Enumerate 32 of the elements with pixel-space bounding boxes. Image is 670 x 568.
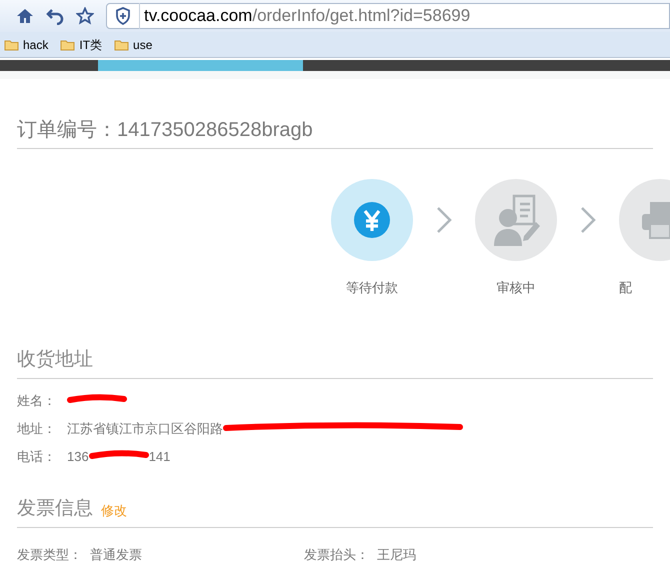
- field-label: 电话：: [17, 448, 57, 466]
- folder-icon: [4, 38, 19, 50]
- field-value: 江苏省镇江市京口区谷阳路: [67, 420, 223, 438]
- step-label: 等待付款: [346, 279, 398, 297]
- folder-icon: [60, 38, 76, 50]
- bookmark-item[interactable]: IT类: [60, 36, 102, 54]
- step-label: 配: [619, 279, 632, 297]
- bookmark-item[interactable]: use: [114, 36, 152, 54]
- folder-icon: [114, 38, 130, 50]
- bookmark-item[interactable]: hack: [4, 36, 48, 54]
- field-label: 发票抬头：: [304, 546, 369, 564]
- chevron-icon: [436, 206, 452, 234]
- field-value: 王尼玛: [377, 546, 416, 564]
- field-value: 141: [148, 448, 170, 466]
- chevron-icon: [580, 206, 596, 234]
- home-icon[interactable]: [16, 7, 34, 25]
- field-label: 地址：: [17, 420, 57, 438]
- field-value: 普通发票: [90, 546, 142, 564]
- undo-icon[interactable]: [46, 7, 64, 25]
- yuan-icon: [354, 202, 390, 238]
- shield-icon: [115, 7, 131, 25]
- step-label: 审核中: [496, 279, 536, 297]
- order-number: 订单编号：1417350286528bragb: [17, 118, 653, 149]
- field-label: 发票类型：: [17, 546, 82, 564]
- star-icon[interactable]: [76, 7, 94, 25]
- field-value: 136: [67, 448, 89, 466]
- address-bar[interactable]: tv.coocaa.com/orderInfo/get.html?id=58699: [106, 3, 670, 29]
- url-text: tv.coocaa.com/orderInfo/get.html?id=58699: [139, 3, 470, 29]
- section-heading: 收货地址: [17, 348, 653, 378]
- field-label: 姓名：: [17, 392, 57, 410]
- section-heading: 发票信息: [17, 496, 93, 520]
- printer-icon: [640, 200, 670, 240]
